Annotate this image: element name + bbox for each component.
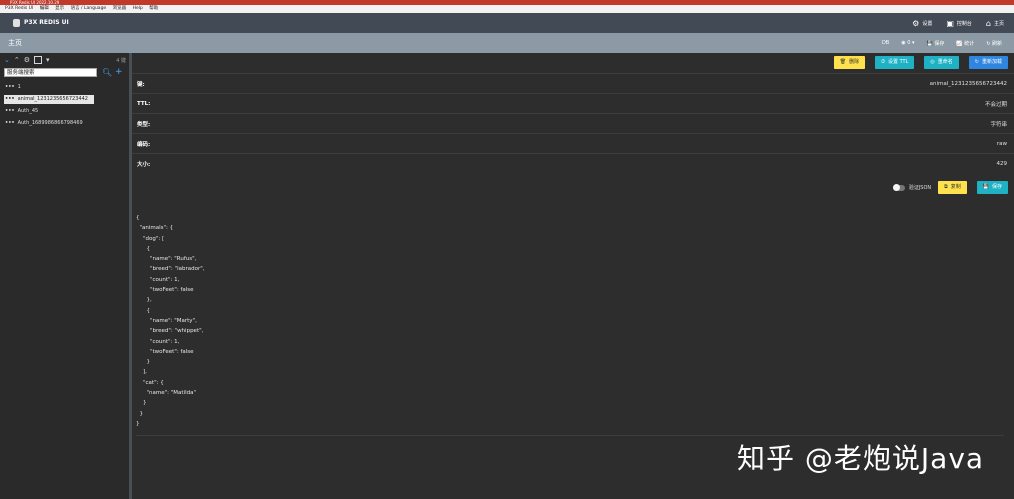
gear-icon[interactable]: ⚙ [24,56,30,64]
db-select[interactable]: ◉ 0 ▾ [901,40,914,46]
save-value-button[interactable]: 💾 保存 [976,181,1008,194]
chevron-down-icon[interactable]: ⌄ [4,56,10,64]
code-line: "count": 1, [136,276,180,283]
code-line: ], [136,369,147,376]
code-line: "name": "Marty", [136,317,197,324]
rename-icon: ◎ [930,59,935,65]
refresh-icon: ↻ [974,59,979,65]
code-line: "twoFeet": false [136,287,194,294]
console-button[interactable]: ▣ 控制台 [946,19,972,28]
page-toolbar: 主页 DB ◉ 0 ▾ 💾 保存 📈 统计 ↻ 刷新 [0,33,1014,53]
radio-icon: ◉ [901,40,906,46]
code-line: "twoFeet": false [136,348,194,355]
floppy-icon: 💾 [926,40,933,47]
key-list: ••• 1 ••• animal_1231235656723442 ••• Auth_… [4,83,126,131]
app-name: P3X REDIS UI [24,19,69,26]
menu-item-app[interactable]: P3X Redis UI [5,6,33,11]
refresh-icon: ↻ [986,40,991,47]
key-sidebar: ⌄ ⌃ ⚙ ▾ 4 键 服务端搜索 🔍︎ + ••• 1 ••• animal_12… [0,53,130,499]
editor-options: 验证JSON ⧉ 复制 💾 保存 [892,181,1008,194]
code-line: } [136,400,147,407]
key-item[interactable]: ••• 1 [4,83,126,92]
app-brand[interactable]: P3X REDIS UI [13,13,69,33]
code-line: "breed": "labrador", [136,266,205,273]
code-line: { [136,215,140,221]
json-value-editor[interactable]: { "animals": { "dog": [ { "name": "Rufus… [136,213,1004,436]
reload-button[interactable]: ↻ 重新加载 [968,56,1008,69]
info-row-type: 类型: 字符串 [132,113,1014,133]
menu-dots-icon: ••• [5,108,15,114]
code-line: "animals": { [136,225,174,232]
key-item[interactable]: ••• Auth_1689986866798469 [4,119,126,128]
code-line: { [136,307,150,314]
validate-json-label: 验证JSON [908,185,932,191]
trash-icon: 🗑 [839,59,847,65]
toolbar-tools: DB ◉ 0 ▾ 💾 保存 📈 统计 ↻ 刷新 [882,33,1002,53]
code-line: "dog": [ [136,235,165,242]
home-button[interactable]: ⌂ 主页 [986,19,1004,28]
db-label: DB [881,40,890,46]
chevron-down-icon: ▾ [911,40,915,46]
validate-json-toggle[interactable] [892,183,905,191]
sidebar-tools: ⌄ ⌃ ⚙ ▾ [4,56,50,64]
code-line: "name": "Matilda" [136,390,196,397]
header-nav: ⚙ 设置 ▣ 控制台 ⌂ 主页 [912,13,1004,33]
code-line: } [136,420,140,427]
chart-line-icon: 📈 [956,40,963,47]
key-detail-panel: 🗑 删除 ⏱ 设置 TTL ◎ 重命名 ↻ 重新加载 键: animal_12312356… [132,53,1014,499]
gear-icon: ⚙ [912,18,920,28]
menu-item-browser[interactable]: 浏览器 [113,6,127,11]
home-icon: ⌂ [985,18,991,28]
menu-item-help-cn[interactable]: 帮助 [149,6,158,11]
copy-icon: ⧉ [944,184,948,190]
floppy-icon: 💾 [982,184,989,190]
menu-item-view[interactable]: 显示 [55,6,64,11]
console-icon: ▣ [946,18,954,28]
menu-item-edit[interactable]: 编辑 [40,6,49,11]
code-line: "count": 1, [136,338,180,345]
code-line: } [136,410,143,417]
code-line: "cat": { [136,379,164,386]
key-info-table: 键: animal_1231235656723442 TTL: 不会过期 类型: 字符… [132,73,1014,173]
key-count: 4 键 [116,58,126,64]
code-line: "name": "Rufus", [136,256,197,263]
select-box-icon[interactable] [34,56,43,64]
stats-button[interactable]: 📈 统计 [956,40,974,47]
info-row-ttl: TTL: 不会过期 [132,93,1014,113]
watermark: 知乎 @老炮说Java [737,442,985,475]
rename-button[interactable]: ◎ 重命名 [924,56,959,69]
add-key-icon[interactable]: + [115,68,123,77]
settings-button[interactable]: ⚙ 设置 [912,19,932,28]
page-title: 主页 [8,39,22,47]
copy-button[interactable]: ⧉ 复制 [938,181,967,194]
set-ttl-button[interactable]: ⏱ 设置 TTL [875,56,915,69]
delete-button[interactable]: 🗑 删除 [833,56,866,69]
refresh-button[interactable]: ↻ 刷新 [986,40,1002,47]
menu-dots-icon: ••• [5,120,15,126]
info-row-key: 键: animal_1231235656723442 [132,73,1014,93]
key-item[interactable]: ••• Auth_45 [4,107,126,116]
menu-item-help[interactable]: Help [133,6,143,11]
code-line: "breed": "whippet", [136,328,204,335]
menu-bar: P3X Redis UI 编辑 显示 语言 / Language 浏览器 Hel… [0,5,1014,13]
menu-dots-icon: ••• [5,96,15,102]
code-line: { [136,245,150,252]
search-input[interactable]: 服务端搜索 [4,68,97,77]
menu-item-language[interactable]: 语言 / Language [71,6,107,11]
database-icon [13,19,20,27]
clock-icon: ⏱ [881,59,885,65]
info-row-encoding: 编码: raw [132,133,1014,153]
code-line: }, [136,297,152,304]
app-header: P3X REDIS UI ⚙ 设置 ▣ 控制台 ⌂ 主页 [0,13,1014,33]
save-db-button[interactable]: 💾 保存 [927,40,945,47]
chevron-up-icon[interactable]: ⌃ [14,56,20,64]
caret-down-icon[interactable]: ▾ [46,56,50,64]
key-actions: 🗑 删除 ⏱ 设置 TTL ◎ 重命名 ↻ 重新加载 [833,56,1008,69]
code-line: } [136,359,150,366]
key-item-selected[interactable]: ••• animal_1231235656723442 [4,95,94,104]
search-icon[interactable]: 🔍︎ [102,68,112,77]
menu-dots-icon: ••• [5,84,15,90]
info-row-size: 大小: 429 [132,153,1014,173]
